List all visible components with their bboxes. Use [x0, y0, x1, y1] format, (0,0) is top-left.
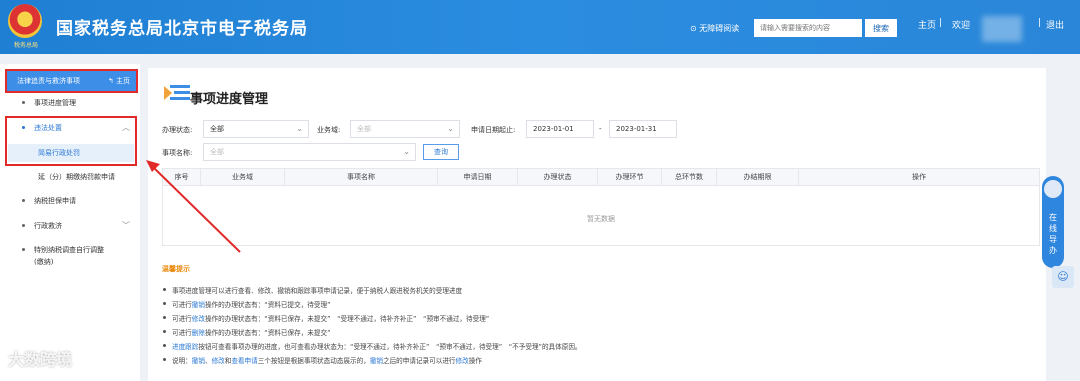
item-name-select[interactable]: 全部 ⌄ [203, 143, 416, 161]
highlight-box [5, 116, 137, 166]
chevron-down-icon: ⌄ [296, 124, 303, 133]
tip-text: 事项进度管理可以进行查看、修改、撤销和跟踪事项申请记录，便于纳税人跟进税务机关的… [172, 287, 463, 295]
tip-text: 、 [204, 357, 212, 365]
sidebar-item-label-cont: (缴纳) [34, 258, 54, 266]
date-start-input[interactable]: 2023-01-01 [526, 120, 594, 138]
tip-text: 说明： [172, 357, 192, 365]
tax-emblem-icon [8, 4, 42, 38]
sidebar-subitem-deferred-fine[interactable]: 延（分）期缴纳罚款申请 [0, 172, 140, 182]
nav-divider: | [939, 18, 943, 28]
tip-text: 操作的办理状态有：“资料已提交，待受理” [204, 301, 331, 309]
empty-state: 暂无数据 [587, 215, 615, 223]
sidebar-item-label: 纳税担保申请 [34, 197, 76, 205]
chevron-down-icon: ⌄ [403, 147, 410, 156]
column-header: 操作 [912, 173, 926, 181]
tip-text: 可进行 [172, 315, 192, 323]
user-service-icon[interactable]: ☺ [1052, 266, 1074, 288]
tip-text: 操作的办理状态有：“资料已保存，未提交” [204, 329, 331, 337]
nav-welcome: 欢迎 [952, 21, 971, 31]
bullet-icon [22, 224, 25, 227]
tip-item: 可进行撤销操作的办理状态有：“资料已提交，待受理” [163, 299, 331, 309]
sidebar-item-label: 特别纳税调查自行调整 [34, 246, 104, 254]
robot-avatar-icon [1044, 180, 1062, 198]
column-header: 事项名称 [285, 169, 438, 186]
column-header: 办理状态 [518, 169, 598, 186]
column-header: 办理环节 [598, 169, 662, 186]
bullet-icon [22, 248, 25, 251]
date-range-label: 申请日期起止: [471, 126, 516, 134]
sidebar-header[interactable]: 法律追责与救济事项 ↰ 主页 [5, 69, 138, 93]
accessibility-link[interactable]: ⊙ 无障碍阅读 [690, 23, 739, 34]
sidebar: 法律追责与救济事项 ↰ 主页 事项进度管理 违法处置 ︿ 简易行政处罚 延（分）… [0, 64, 140, 381]
bullet-icon [22, 101, 25, 104]
column-header: 序号 [163, 169, 201, 186]
tips-title: 温馨提示 [162, 265, 190, 273]
page-title: 事项进度管理 [190, 92, 269, 107]
tip-link[interactable]: 删除 [192, 329, 205, 337]
domain-label: 业务域: [317, 126, 341, 134]
sidebar-item-label: 行政救济 [34, 222, 62, 230]
sidebar-item-tax-guarantee[interactable]: 纳税担保申请 [0, 196, 140, 206]
nav-home-link[interactable]: 主页 [918, 18, 936, 31]
tip-link[interactable]: 修改 [212, 357, 225, 365]
nav-exit-link[interactable]: 退出 [1046, 18, 1064, 31]
main-panel: 事项进度管理 办理状态: 全部 ⌄ 业务域: 全部 ⌄ 申请日期起止: 2023… [148, 68, 1046, 381]
tip-item: 进度跟踪按钮可查看事项办理的进度，也可查看办理状态为：“受理不通过，待补齐补正”… [163, 341, 582, 351]
chevron-down-icon: ⌄ [447, 124, 454, 133]
sidebar-item-admin-relief[interactable]: 行政救济 ﹀ [0, 221, 140, 231]
date-end-input[interactable]: 2023-01-31 [609, 120, 677, 138]
bullet-icon [22, 199, 25, 202]
status-select-value: 全部 [210, 125, 224, 133]
tip-link[interactable]: 撤销 [192, 301, 205, 309]
nav-divider: | [1038, 18, 1042, 28]
tip-link[interactable]: 撤销 [192, 357, 205, 365]
username-blurred [982, 16, 1022, 42]
column-header: 总环节数 [662, 169, 717, 186]
tip-link[interactable]: 进度跟踪 [172, 343, 198, 351]
tip-link[interactable]: 修改 [456, 357, 469, 365]
tip-item: 可进行删除操作的办理状态有：“资料已保存，未提交” [163, 327, 331, 337]
tip-text: 操作的办理状态有：“资料已保存，未提交” “受理不通过，待补齐补正” “预审不通… [204, 315, 490, 323]
search-button[interactable]: 搜索 [865, 19, 897, 37]
tip-text: 按钮可查看事项办理的进度，也可查看办理状态为：“受理不通过，待补齐补正” “预审… [198, 343, 582, 351]
table-header: 序号 业务域 事项名称 申请日期 办理状态 办理环节 总环节数 办结期限 操作 [163, 169, 1039, 186]
sidebar-home-link[interactable]: ↰ 主页 [108, 71, 130, 91]
query-button[interactable]: 查询 [423, 144, 459, 160]
results-table: 序号 业务域 事项名称 申请日期 办理状态 办理环节 总环节数 办结期限 操作 … [162, 168, 1040, 246]
sidebar-item-progress[interactable]: 事项进度管理 [0, 98, 140, 108]
column-header: 申请日期 [438, 169, 518, 186]
status-select[interactable]: 全部 ⌄ [203, 120, 309, 138]
domain-select-value: 全部 [357, 125, 371, 133]
sidebar-item-label: 事项进度管理 [34, 99, 76, 107]
tip-text: 操作 [468, 357, 482, 365]
page-title-icon [164, 85, 190, 100]
chevron-down-icon: ﹀ [122, 221, 130, 230]
tip-link[interactable]: 撤销 [370, 357, 383, 365]
item-name-label: 事项名称: [162, 149, 193, 157]
tip-item: 事项进度管理可以进行查看、修改、撤销和跟踪事项申请记录，便于纳税人跟进税务机关的… [162, 285, 463, 295]
column-header: 业务域 [201, 169, 285, 186]
tip-item: 可进行修改操作的办理状态有：“资料已保存，未提交” “受理不通过，待补齐补正” … [162, 313, 490, 323]
watermark-logo: 大数跨境 [8, 350, 73, 369]
site-title: 国家税务总局北京市电子税务局 [56, 19, 308, 39]
search-input[interactable] [754, 19, 862, 37]
top-header: 税务总局 国家税务总局北京市电子税务局 ⊙ 无障碍阅读 搜索 主页 | 欢迎 |… [0, 0, 1080, 54]
tip-link[interactable]: 修改 [192, 315, 205, 323]
date-separator: - [599, 125, 602, 133]
tip-text: 三个按钮是根据事项状态动态展示的， [257, 357, 370, 365]
online-guide-widget[interactable]: 在线导办 [1042, 176, 1064, 268]
tip-text: 可进行 [172, 301, 192, 309]
tip-text: 之后的申请记录可以进行 [383, 357, 456, 365]
sidebar-header-label: 法律追责与救济事项 [17, 77, 80, 85]
emblem-caption: 税务总局 [13, 42, 38, 49]
domain-select[interactable]: 全部 ⌄ [350, 120, 460, 138]
online-guide-text: 在线导办 [1049, 213, 1057, 255]
item-name-select-value: 全部 [210, 148, 224, 156]
tip-link[interactable]: 查看申请 [231, 357, 257, 365]
status-label: 办理状态: [162, 126, 193, 134]
column-header: 办结期限 [717, 169, 799, 186]
sidebar-item-special-investigation[interactable]: 特别纳税调查自行调整 [0, 245, 140, 255]
tip-text: 可进行 [172, 329, 192, 337]
tip-item: 说明：撤销、修改和查看申请三个按钮是根据事项状态动态展示的，撤销之后的申请记录可… [163, 355, 482, 365]
